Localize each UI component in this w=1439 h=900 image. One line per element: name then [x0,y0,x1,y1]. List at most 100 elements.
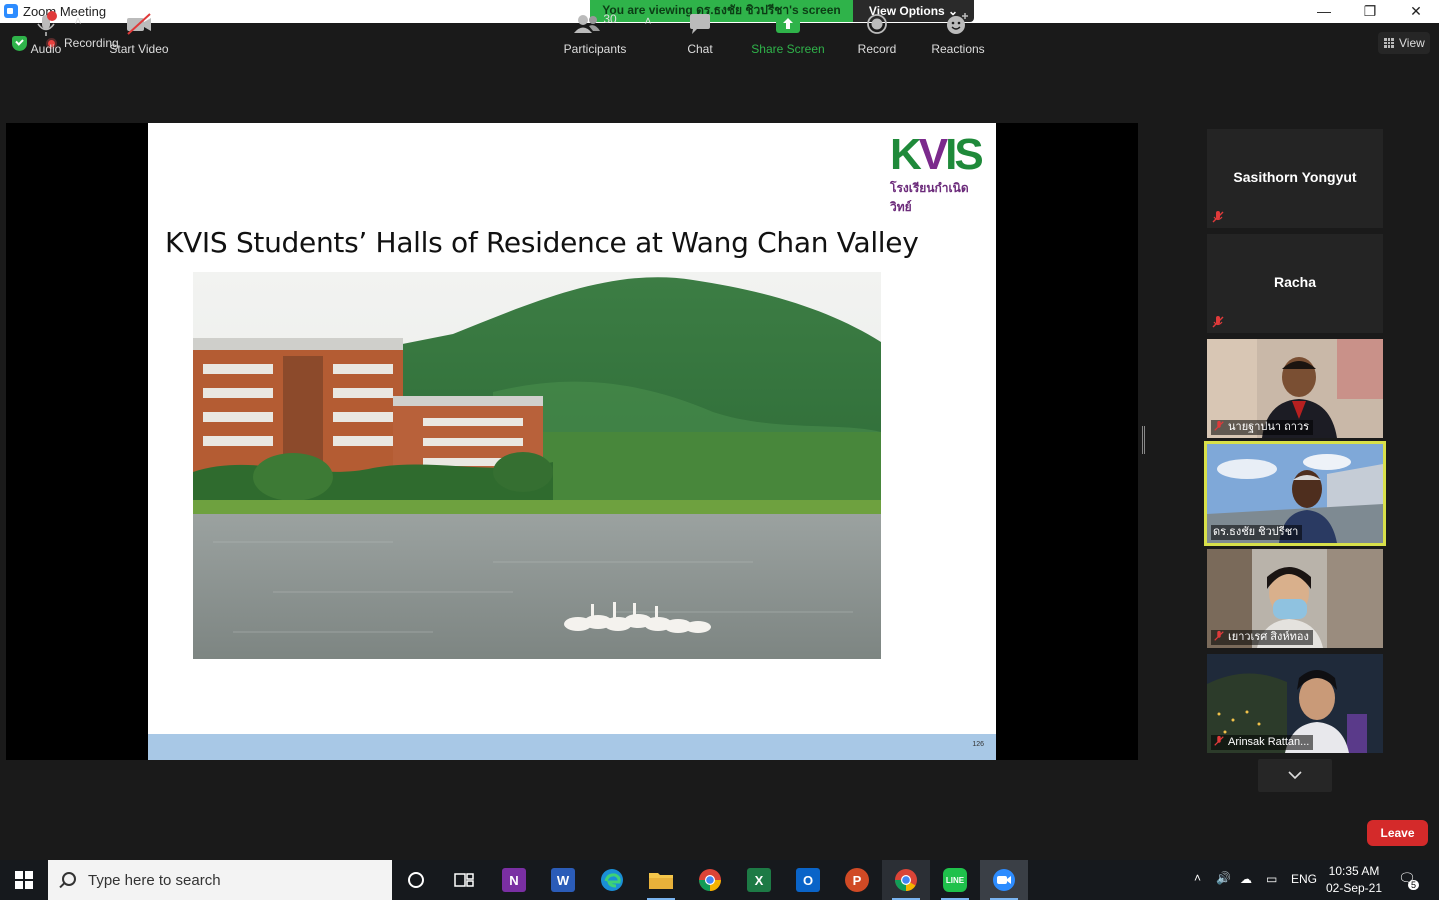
participant-video-tile[interactable]: เยาวเรศ สิงห์ทอง [1207,549,1383,648]
windows-logo-icon [15,871,33,889]
panel-resize-handle[interactable] [1142,426,1145,454]
view-layout-button[interactable]: View [1378,32,1430,54]
leave-meeting-button[interactable]: Leave [1367,820,1428,846]
task-view-button[interactable] [440,860,488,900]
windows-taskbar: Type here to search N W X O P LINE ˄ 🔊 ☁… [0,860,1439,900]
participants-label: Participants [563,42,627,56]
record-button[interactable]: Record [854,10,900,56]
participants-count: 30 [603,12,617,26]
kvis-logo-thai: โรงเรียนกำเนิดวิทย์ [890,181,969,214]
participant-name: Sasithorn Yongyut [1233,169,1357,185]
excel-taskbar-button[interactable]: X [735,860,783,900]
participant-tile[interactable]: Racha [1207,234,1383,333]
muted-mic-icon [1214,735,1224,746]
participant-name-label: Arinsak Rattan... [1211,735,1314,750]
line-icon: LINE [943,868,967,892]
start-button[interactable] [0,860,48,900]
slide-title: KVIS Students’ Halls of Residence at Wan… [165,226,919,259]
chevron-down-icon [1288,771,1302,780]
onenote-icon: N [502,868,526,892]
zoom-taskbar-button[interactable] [980,860,1028,900]
participants-button[interactable]: 30 Participants [560,10,630,56]
folder-icon [649,873,673,889]
clock-time: 10:35 AM [1328,864,1380,878]
notification-center-button[interactable]: 🗨 5 [1398,870,1420,890]
participants-options-caret[interactable]: ˄ [640,14,656,28]
share-screen-icon [776,15,800,33]
participant-video-tile[interactable]: Arinsak Rattan... [1207,654,1383,753]
reactions-label: Reactions [931,42,985,56]
outlook-taskbar-button[interactable]: O [784,860,832,900]
participant-name: Arinsak Rattan... [1228,736,1310,748]
caret-up-icon: ˄ [74,14,82,28]
zoom-icon [993,869,1015,891]
scroll-down-participants-button[interactable] [1258,759,1332,792]
restore-button[interactable]: ❐ [1347,0,1393,23]
onenote-taskbar-button[interactable]: N [490,860,538,900]
participant-video-tile-active-speaker[interactable]: ดร.ธงชัย ชิวปรีชา [1204,441,1386,546]
kvis-logo: KVIS โรงเรียนกำเนิดวิทย์ [890,130,985,215]
start-video-button[interactable]: Start Video [104,10,174,56]
zoom-app-icon [4,4,18,18]
cortana-button[interactable] [392,860,440,900]
kvis-logo-text: KVIS [890,130,984,179]
audio-options-caret[interactable]: ˄ [70,14,86,28]
participant-tile[interactable]: Sasithorn Yongyut [1207,129,1383,228]
taskbar-clock[interactable]: 10:35 AM 02-Sep-21 [1322,863,1386,897]
record-icon [867,14,887,34]
file-explorer-taskbar-button[interactable] [637,860,685,900]
participant-name: Racha [1273,274,1317,290]
slide-footer-bar: 126 [148,734,996,760]
share-screen-button[interactable]: Share Screen [750,10,826,56]
chrome-icon [699,869,721,891]
start-video-label: Start Video [109,42,169,56]
participant-video-tile[interactable]: นายฐาปนา ถาวร [1207,339,1383,438]
outlook-icon: O [796,868,820,892]
muted-mic-icon [1214,630,1224,641]
search-placeholder: Type here to search [88,872,221,889]
onedrive-icon[interactable]: ☁ [1240,872,1252,886]
muted-mic-icon [1212,211,1224,223]
powerpoint-taskbar-button[interactable]: P [833,860,881,900]
caret-up-icon: ˄ [644,14,652,28]
notification-count: 5 [1408,880,1420,890]
cortana-circle-icon [408,872,424,888]
input-language[interactable]: ENG [1291,872,1317,886]
chat-label: Chat [687,42,713,56]
muted-mic-icon [1212,316,1224,328]
edge-browser-icon [601,869,623,891]
record-label: Record [857,42,897,56]
show-hidden-icons-button[interactable]: ˄ [1194,871,1201,885]
meeting-toolbar [0,800,1439,860]
video-off-icon [127,13,151,35]
excel-icon: X [747,868,771,892]
clock-date: 02-Sep-21 [1325,881,1383,895]
presentation-slide: KVIS โรงเรียนกำเนิดวิทย์ KVIS Students’ … [148,123,996,760]
campus-landscape-image [193,272,881,659]
audio-label: Audio [30,42,62,56]
caret-up-icon: ˄ [1194,871,1202,885]
edge-taskbar-button[interactable] [588,860,636,900]
line-taskbar-button[interactable]: LINE [931,860,979,900]
participant-name-label: นายฐาปนา ถาวร [1211,420,1314,435]
chat-button[interactable]: Chat [680,10,720,56]
word-taskbar-button[interactable]: W [539,860,587,900]
volume-icon[interactable]: 🔊 [1216,871,1231,885]
taskbar-search-box[interactable]: Type here to search [48,860,392,900]
participant-name: เยาวเรศ สิงห์ทอง [1228,631,1309,643]
reactions-button[interactable]: Reactions [928,10,988,56]
participant-name-label: ดร.ธงชัย ชิวปรีชา [1211,525,1303,540]
reactions-icon [947,13,968,34]
search-icon [62,872,76,886]
chrome-taskbar-button[interactable] [686,860,734,900]
microphone-icon [37,11,57,36]
view-label: View [1399,36,1425,50]
campus-photo [193,272,881,659]
audio-button[interactable]: Audio [22,10,70,56]
slide-page-number: 126 [972,741,984,748]
minimize-button[interactable]: — [1301,0,1347,23]
close-button[interactable]: ✕ [1393,0,1439,23]
powerpoint-icon: P [845,868,869,892]
chrome-window-taskbar-button[interactable] [882,860,930,900]
network-icon[interactable]: ▭ [1266,872,1277,886]
